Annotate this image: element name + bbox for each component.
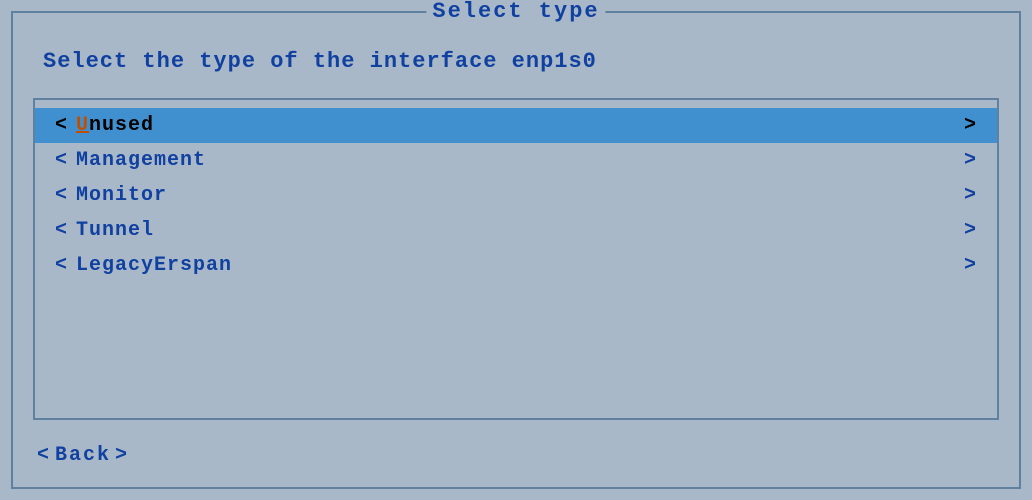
back-chevron-right: > (115, 444, 129, 467)
list-item-unused[interactable]: < Unused > (35, 108, 997, 143)
chevron-right-tunnel: > (964, 219, 977, 242)
back-button[interactable]: Back (55, 444, 111, 467)
type-list: < Unused > < Management > < Monitor > < … (33, 98, 999, 420)
item-label-monitor: Monitor (76, 184, 167, 207)
list-item-tunnel[interactable]: < Tunnel > (35, 213, 997, 248)
item-left-unused: < Unused (55, 114, 154, 137)
item-label-management: Management (76, 149, 206, 172)
item-label-unused: Unused (76, 114, 154, 137)
item-left-legacyerspan: < LegacyErspan (55, 254, 232, 277)
item-left-monitor: < Monitor (55, 184, 167, 207)
title-line-right (614, 11, 694, 13)
item-left-management: < Management (55, 149, 206, 172)
chevron-left-legacyerspan: < (55, 254, 68, 277)
title-line-left (338, 11, 418, 13)
list-item-legacyerspan[interactable]: < LegacyErspan > (35, 248, 997, 283)
chevron-right-management: > (964, 149, 977, 172)
chevron-left-tunnel: < (55, 219, 68, 242)
back-chevron-left: < (37, 444, 51, 467)
chevron-left-unused: < (55, 114, 68, 137)
list-item-management[interactable]: < Management > (35, 143, 997, 178)
chevron-left-monitor: < (55, 184, 68, 207)
list-item-monitor[interactable]: < Monitor > (35, 178, 997, 213)
dialog-title: Select type (426, 0, 605, 24)
item-label-legacyerspan: LegacyErspan (76, 254, 232, 277)
back-bar: < Back > (33, 444, 999, 467)
chevron-right-monitor: > (964, 184, 977, 207)
chevron-left-management: < (55, 149, 68, 172)
main-dialog: Select type Select the type of the inter… (11, 11, 1021, 489)
item-label-tunnel: Tunnel (76, 219, 154, 242)
title-bar: Select type (338, 0, 693, 24)
subtitle-text: Select the type of the interface enp1s0 (33, 49, 999, 74)
item-left-tunnel: < Tunnel (55, 219, 154, 242)
chevron-right-legacyerspan: > (964, 254, 977, 277)
chevron-right-unused: > (964, 114, 977, 137)
